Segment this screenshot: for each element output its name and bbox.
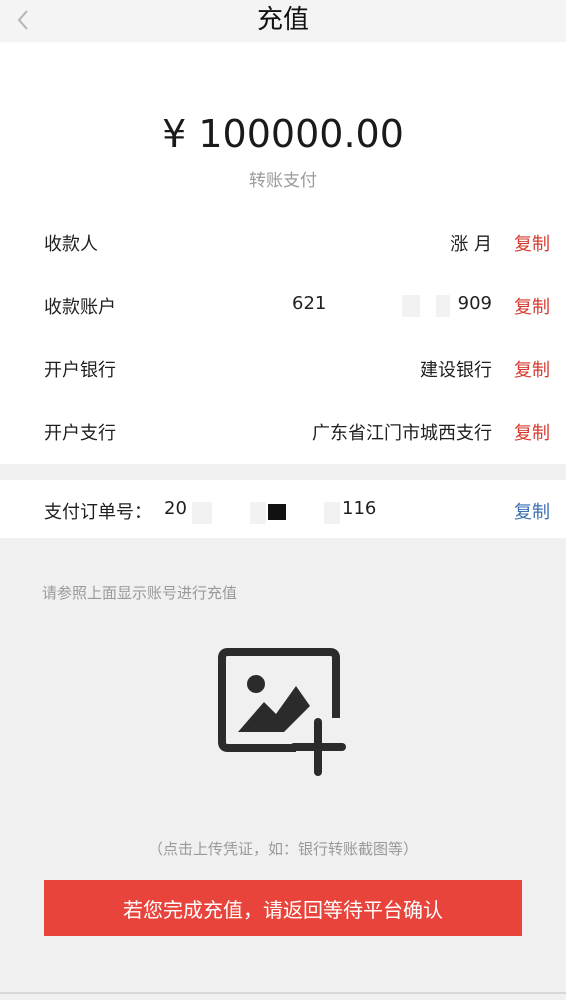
order-number-label: 支付订单号： [44,502,152,523]
order-number-prefix: 20 [164,498,187,519]
redaction-mask [250,502,266,524]
payment-method: 转账支付 [249,171,317,191]
copy-branch-button[interactable]: 复制 [514,419,550,445]
confirm-recharge-button[interactable]: 若您完成充值，请返回等待平台确认 [44,880,522,936]
redaction-mask [324,502,340,524]
payee-label: 收款人 [44,234,98,255]
header: 充值 [0,0,566,42]
copy-order-number-button[interactable]: 复制 [514,498,550,524]
upload-caption: （点击上传凭证，如：银行转账截图等） [147,840,418,858]
account-value-suffix: 909 [457,293,492,314]
bank-label: 开户银行 [44,360,116,381]
redaction-mask [436,295,450,317]
copy-account-button[interactable]: 复制 [514,293,550,319]
bank-row: 开户银行 建设银行 复制 [0,348,566,388]
payee-value: 涨 月 [450,234,492,255]
payee-row: 收款人 涨 月 复制 [0,222,566,262]
account-label: 收款账户 [44,297,116,318]
branch-value: 广东省江门市城西支行 [312,423,492,444]
account-value-prefix: 621 [292,293,327,314]
order-number-bar: 支付订单号： 20 116 复制 [0,480,566,538]
divider [0,992,566,994]
redaction-block [268,504,286,520]
payment-amount: ¥ 100000.00 [162,112,404,156]
copy-payee-button[interactable]: 复制 [514,230,550,256]
branch-label: 开户支行 [44,423,116,444]
account-row: 收款账户 621 909 复制 [0,285,566,325]
upload-voucher-button[interactable] [218,648,350,778]
redaction-mask [192,502,212,524]
branch-row: 开户支行 广东省江门市城西支行 复制 [0,411,566,451]
recharge-hint: 请参照上面显示账号进行充值 [42,584,238,602]
order-number-suffix: 116 [342,498,377,519]
copy-bank-button[interactable]: 复制 [514,356,550,382]
redaction-mask [402,295,420,317]
bank-value: 建设银行 [420,360,492,381]
add-image-icon [218,648,346,776]
page-title: 充值 [256,5,309,35]
